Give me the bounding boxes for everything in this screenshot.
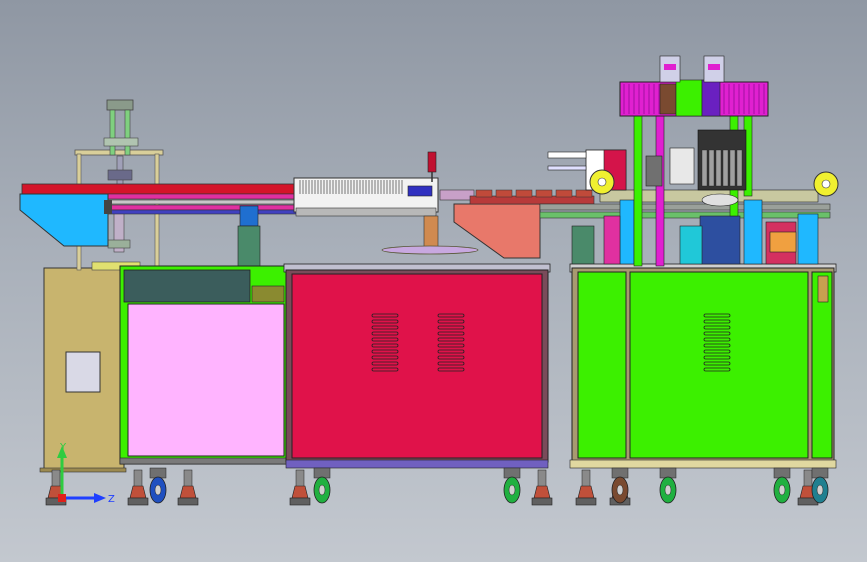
caster-wheels <box>149 467 829 504</box>
puck <box>475 189 493 198</box>
coil-segment <box>736 149 743 187</box>
caster-fork <box>313 467 331 479</box>
caster-fork <box>811 467 829 479</box>
y-axis-label: Y <box>59 442 67 453</box>
caster-fork <box>149 467 167 479</box>
caster-hub <box>616 484 624 496</box>
foot-base <box>127 497 149 506</box>
foot-base <box>575 497 597 506</box>
coil-segment <box>729 149 736 187</box>
heat-fins <box>299 180 403 194</box>
foot-pad <box>179 485 197 499</box>
puck <box>495 189 513 198</box>
foot-pad <box>577 485 595 499</box>
puck <box>575 189 593 198</box>
blue-hopper <box>19 193 112 247</box>
pink-access-door <box>127 303 285 457</box>
caster-hub <box>816 484 824 496</box>
caster-hub <box>508 484 516 496</box>
puck <box>555 189 573 198</box>
foot-stem <box>133 469 143 489</box>
cad-viewport[interactable]: Y Z <box>0 0 867 562</box>
left-side-unit <box>39 267 127 473</box>
triad-origin <box>58 494 66 502</box>
caster-hub <box>778 484 786 496</box>
foot-stem <box>295 469 305 489</box>
foot-stem <box>51 469 61 489</box>
puck <box>515 189 533 198</box>
coil-segment <box>701 149 708 187</box>
caster-fork <box>503 467 521 479</box>
side-unit-window <box>65 351 101 393</box>
machine-drawing: Y Z <box>19 55 839 506</box>
foot-stem <box>581 469 591 489</box>
puck <box>535 189 553 198</box>
coil-segment <box>708 149 715 187</box>
foot-base <box>289 497 311 506</box>
foot-stem <box>183 469 193 489</box>
coil-segment <box>722 149 729 187</box>
center-red-cabinet <box>283 263 551 469</box>
foot-stem <box>803 469 813 489</box>
caster-hub <box>318 484 326 496</box>
caster-hub <box>664 484 672 496</box>
foot-pad <box>533 485 551 499</box>
foot-pad <box>129 485 147 499</box>
foot-pad <box>291 485 309 499</box>
caster-hub <box>154 484 162 496</box>
caster-fork <box>659 467 677 479</box>
right-green-cabinet <box>569 263 837 469</box>
caster-fork <box>773 467 791 479</box>
z-axis-label: Z <box>108 494 115 505</box>
left-base-cabinet <box>119 265 289 465</box>
coil-segment <box>715 149 722 187</box>
foot-base <box>177 497 199 506</box>
foot-base <box>531 497 553 506</box>
foot-stem <box>537 469 547 489</box>
caster-fork <box>611 467 629 479</box>
z-axis-arrowhead <box>94 493 106 503</box>
vibration-feeder-box <box>293 151 439 217</box>
